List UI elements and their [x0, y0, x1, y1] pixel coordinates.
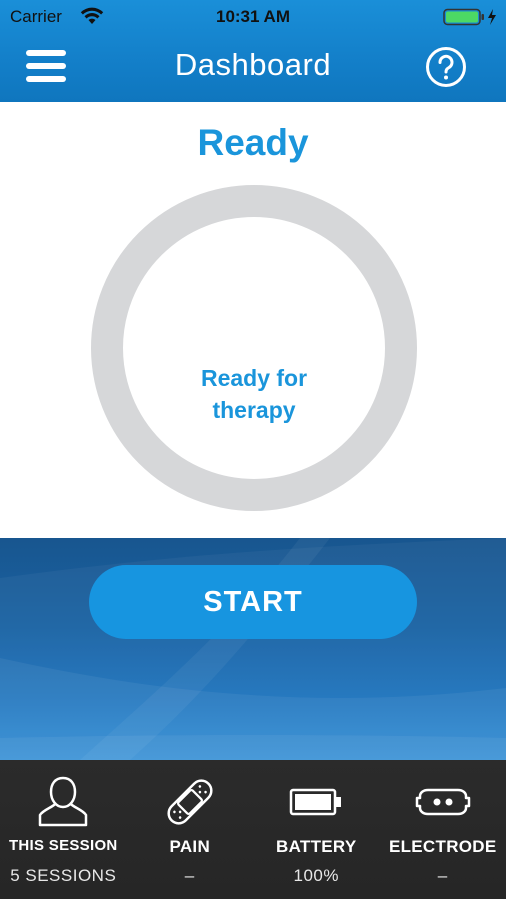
start-area: START [0, 538, 506, 760]
bandage-icon [167, 779, 213, 825]
tab-value: 100% [293, 866, 339, 885]
tab-label: PAIN [169, 837, 211, 856]
tab-value: – [437, 866, 448, 885]
electrode-icon [415, 788, 470, 816]
bottom-tab-bar: THIS SESSION 5 SESSIONS PAIN – BATTERY 1… [0, 760, 506, 899]
tab-label: BATTERY [276, 837, 357, 856]
battery-icon [290, 788, 342, 816]
status-bar: Carrier 10:31 AM [0, 0, 506, 34]
app-header: Carrier 10:31 AM Dashboard [0, 0, 506, 102]
ring-status-line-2: therapy [212, 397, 296, 423]
user-icon [39, 776, 88, 827]
status-time: 10:31 AM [215, 7, 290, 26]
question-circle-icon[interactable] [425, 46, 467, 88]
tab-value: 5 SESSIONS [10, 866, 117, 885]
tab-this-session[interactable]: THIS SESSION 5 SESSIONS [0, 760, 127, 899]
start-button[interactable]: START [89, 565, 417, 639]
therapy-status-panel: Ready Ready for therapy [0, 102, 506, 538]
nav-bar: Dashboard [0, 34, 506, 102]
tab-battery[interactable]: BATTERY 100% [253, 760, 380, 899]
status-battery-icon [443, 8, 496, 26]
status-title: Ready [197, 122, 309, 163]
ring-status-line-1: Ready for [200, 365, 308, 391]
tab-pain[interactable]: PAIN – [127, 760, 254, 899]
ring-status-text: Ready for therapy [90, 362, 418, 426]
tab-value: – [184, 866, 195, 885]
tab-electrode[interactable]: ELECTRODE – [380, 760, 506, 899]
therapy-progress-ring [91, 185, 417, 511]
tab-label: THIS SESSION [8, 837, 118, 854]
tab-label: ELECTRODE [388, 837, 497, 856]
